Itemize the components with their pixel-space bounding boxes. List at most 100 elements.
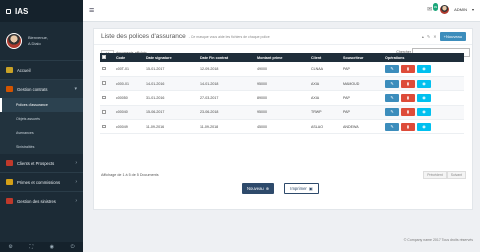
chevron-down-icon[interactable]: ▾ xyxy=(472,7,474,12)
cell-souscriteur: MAMOUD xyxy=(341,76,383,92)
col-operations: Opérations xyxy=(383,53,464,62)
trash-icon[interactable]: ▮ xyxy=(401,108,415,117)
cell-date-signature: 15-01-2017 xyxy=(144,62,198,77)
table-row[interactable]: c00T-01 15-01-2017 12-09-2018 49000 CLNA… xyxy=(100,62,464,77)
pagination: Précédent Suivant xyxy=(423,171,466,179)
eye-icon[interactable]: ◉ xyxy=(417,122,431,131)
sidebar: IAS Bienvenue, A Dialo Accueil Gestion c… xyxy=(0,0,83,252)
avatar xyxy=(6,33,22,49)
topbar: ≡ ✉ 39 ADMIN ▾ xyxy=(83,0,480,22)
cell-date-signature: 15-06-2017 xyxy=(144,105,198,121)
trash-icon[interactable]: ▮ xyxy=(401,64,415,73)
trash-icon[interactable]: ▮ xyxy=(401,122,415,131)
edit-icon[interactable]: ✎ xyxy=(385,79,399,88)
submenu-item-polices[interactable]: Polices d'assurance xyxy=(0,98,83,112)
cell-client: AXIA xyxy=(309,90,341,106)
submenu-item-avenances[interactable]: Avenances xyxy=(0,126,83,140)
page-title: Liste des polices d'assurance xyxy=(101,33,186,40)
next-page-button[interactable]: Suivant xyxy=(446,171,466,179)
row-checkbox[interactable] xyxy=(102,81,106,85)
sidebar-item-gestion-contrats[interactable]: Gestion contrats ▾ xyxy=(0,80,83,98)
sidebar-item-accueil[interactable]: Accueil xyxy=(0,61,83,79)
edit-icon[interactable]: ✎ xyxy=(385,64,399,73)
row-checkbox[interactable] xyxy=(102,124,106,128)
edit-icon[interactable]: ✎ xyxy=(385,122,399,131)
fullscreen-icon[interactable]: ⛶ xyxy=(29,244,33,250)
eye-icon[interactable]: ◉ xyxy=(417,64,431,73)
cell-date-signature: 11-09-2016 xyxy=(144,119,198,135)
new-policy-button[interactable]: +Nouveau xyxy=(439,32,466,41)
table-row[interactable]: c00049 11-09-2016 11-09-2018 45000 ASLAO… xyxy=(100,119,464,135)
policies-panel: Liste des polices d'assurance - Ce masqu… xyxy=(93,28,473,210)
money-icon xyxy=(6,179,13,185)
cell-souscriteur: PAP xyxy=(341,90,383,106)
table-row[interactable]: c00050 31-01-2016 27-03-2017 89000 AXIA … xyxy=(100,90,464,106)
row-checkbox[interactable] xyxy=(102,66,106,71)
table-info: Affichage de 1 à 5 de 5 Documents xyxy=(101,173,159,177)
cell-date-signature: 31-01-2016 xyxy=(144,90,198,106)
home-icon xyxy=(6,67,13,73)
table-row[interactable]: c000-01 14-01-2016 14-01-2018 95000 AXIA… xyxy=(100,76,464,92)
col-client[interactable]: Client xyxy=(309,53,341,62)
eye-icon[interactable]: ◉ xyxy=(417,93,431,102)
clients-icon xyxy=(6,160,13,166)
col-date-fin[interactable]: Date Fin contrat xyxy=(198,53,255,62)
user-profile: Bienvenue, A Dialo xyxy=(0,22,83,60)
cell-date-signature: 14-01-2016 xyxy=(144,76,198,92)
sidebar-item-primes[interactable]: Primes et commissions › xyxy=(0,173,83,191)
sidebar-item-sinistres[interactable]: Gestion des sinistres › xyxy=(0,192,83,210)
select-all-checkbox[interactable] xyxy=(102,55,106,59)
prev-page-button[interactable]: Précédent xyxy=(423,171,447,179)
edit-icon[interactable]: ✎ xyxy=(385,93,399,102)
cell-montant: 95000 xyxy=(255,76,309,92)
brand[interactable]: IAS xyxy=(0,0,83,22)
cell-montant: 95000 xyxy=(255,105,309,121)
eye-icon[interactable]: ◉ xyxy=(417,108,431,117)
user-menu-label[interactable]: ADMIN xyxy=(454,7,467,12)
cell-code: c00050 xyxy=(114,90,144,106)
sidebar-item-label: Accueil xyxy=(17,67,31,73)
col-souscriteur[interactable]: Souscriteur xyxy=(341,53,383,62)
trash-icon[interactable]: ▮ xyxy=(401,93,415,102)
eye-icon[interactable]: ◉ xyxy=(417,79,431,88)
user-avatar[interactable] xyxy=(440,5,450,14)
submenu-item-objets[interactable]: Objets assurés xyxy=(0,112,83,126)
sidebar-item-clients[interactable]: Clients et Prospects › xyxy=(0,154,83,172)
col-code[interactable]: Code xyxy=(114,53,144,62)
cell-date-fin: 11-09-2018 xyxy=(198,119,255,135)
submenu: Polices d'assurance Objets assurés Avena… xyxy=(0,98,83,154)
chevron-down-icon: ▾ xyxy=(74,86,77,92)
col-date-signature[interactable]: Date signature xyxy=(144,53,198,62)
table-row[interactable]: c00040 15-06-2017 23-06-2018 95000 TRWP … xyxy=(100,105,464,121)
cell-souscriteur: PAP xyxy=(341,62,383,77)
lock-icon[interactable]: ◉ xyxy=(50,244,54,250)
page-subtitle: - Ce masque vous aide les fichiers de ch… xyxy=(188,34,270,39)
user-name: A Dialo xyxy=(28,41,41,46)
contracts-icon xyxy=(6,86,13,92)
app-name: IAS xyxy=(15,6,29,16)
trash-icon[interactable]: ▮ xyxy=(401,79,415,88)
chevron-right-icon: › xyxy=(75,160,77,166)
edit-icon[interactable]: ✎ xyxy=(385,108,399,117)
sidebar-footer: ⚙ ⛶ ◉ ⏻ xyxy=(0,242,83,252)
collapse-icon[interactable]: ▴ xyxy=(422,34,424,39)
logo-icon xyxy=(6,8,11,14)
new-button[interactable]: Nouveau ⊕ xyxy=(242,183,275,194)
cell-date-fin: 27-03-2017 xyxy=(198,90,255,106)
edit-icon[interactable]: ✎ xyxy=(427,34,430,39)
row-checkbox[interactable] xyxy=(102,95,106,100)
col-montant[interactable]: Montant prime xyxy=(255,53,309,62)
close-icon[interactable]: ✕ xyxy=(433,34,436,39)
notification-badge: 39 xyxy=(432,2,439,11)
notification-icon[interactable]: ✉ 39 xyxy=(427,2,439,14)
settings-icon[interactable]: ⚙ xyxy=(8,244,12,250)
print-button[interactable]: Imprimer ▣ xyxy=(284,183,319,194)
power-icon[interactable]: ⏻ xyxy=(71,244,75,250)
footer: © Company name 2017 Tous droits réservés xyxy=(403,238,473,242)
cell-code: c00049 xyxy=(114,119,144,135)
chevron-right-icon: › xyxy=(75,198,77,204)
cell-montant: 45000 xyxy=(255,119,309,135)
submenu-item-sinistralites[interactable]: Sinistralités xyxy=(0,140,83,154)
row-checkbox[interactable] xyxy=(102,110,106,114)
menu-toggle-icon[interactable]: ≡ xyxy=(89,6,94,15)
